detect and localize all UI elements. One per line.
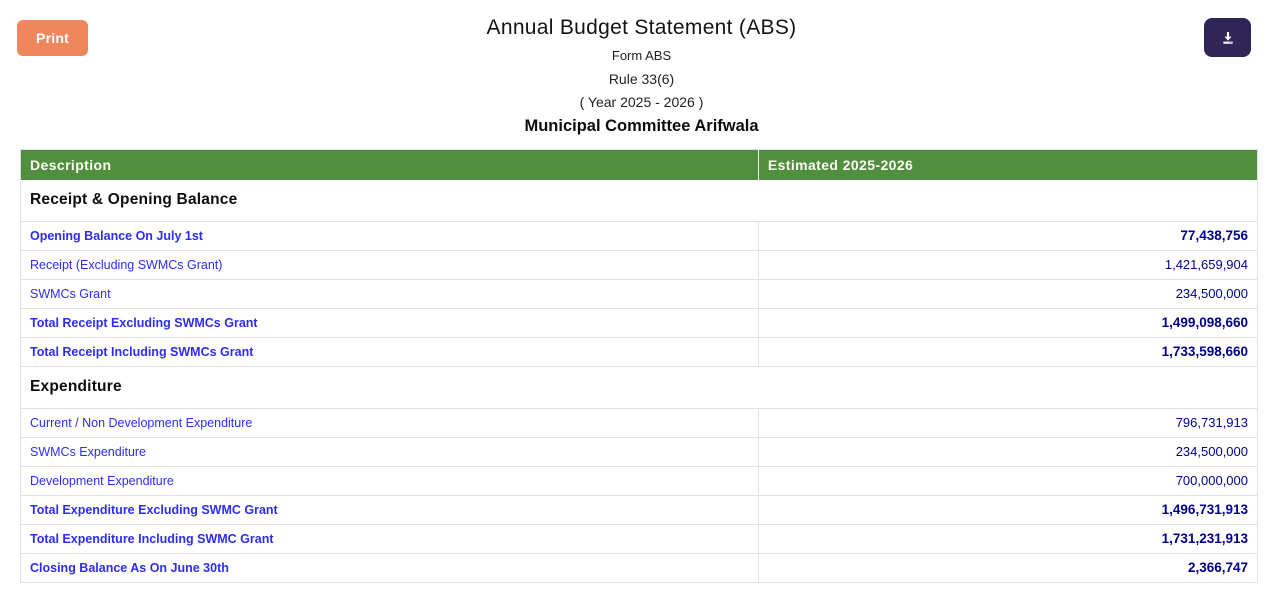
table-row: Opening Balance On July 1st 77,438,756 xyxy=(20,221,1258,251)
table-row: Total Receipt Including SWMCs Grant 1,73… xyxy=(20,337,1258,367)
table-row: SWMCs Grant 234,500,000 xyxy=(20,279,1258,309)
table-row: Receipt (Excluding SWMCs Grant) 1,421,65… xyxy=(20,250,1258,280)
row-label: Receipt (Excluding SWMCs Grant) xyxy=(20,250,759,280)
row-value: 1,499,098,660 xyxy=(757,308,1258,338)
column-header-description: Description xyxy=(20,149,759,180)
table-row: Closing Balance As On June 30th 2,366,74… xyxy=(21,553,1258,582)
row-label: Opening Balance On July 1st xyxy=(20,221,759,251)
row-label: Total Expenditure Excluding SWMC Grant xyxy=(20,495,759,525)
row-label: Total Receipt Including SWMCs Grant xyxy=(20,337,759,367)
title-block: Annual Budget Statement (ABS) Form ABS R… xyxy=(0,0,1283,136)
budget-table-container: Description Estimated 2025-2026 Receipt … xyxy=(20,149,1258,583)
row-value: 796,731,913 xyxy=(757,408,1258,438)
row-label: Development Expenditure xyxy=(20,466,759,496)
table-row: Current / Non Development Expenditure 79… xyxy=(20,408,1258,438)
section-title: Receipt & Opening Balance xyxy=(20,179,1258,222)
section-row-expenditure: Expenditure xyxy=(20,366,1258,409)
budget-table: Description Estimated 2025-2026 Receipt … xyxy=(20,149,1258,583)
table-row: Total Expenditure Excluding SWMC Grant 1… xyxy=(20,495,1258,525)
year-subtitle: ( Year 2025 - 2026 ) xyxy=(579,94,704,110)
table-header-row: Description Estimated 2025-2026 xyxy=(20,149,1258,180)
row-value: 1,731,231,913 xyxy=(757,524,1258,554)
row-value: 1,496,731,913 xyxy=(757,495,1258,525)
row-value: 2,366,747 xyxy=(757,553,1258,582)
rule-subtitle: Rule 33(6) xyxy=(608,71,675,87)
row-value: 700,000,000 xyxy=(757,466,1258,496)
row-label: Total Expenditure Including SWMC Grant xyxy=(20,524,759,554)
committee-name: Municipal Committee Arifwala xyxy=(524,117,759,135)
table-row: SWMCs Expenditure 234,500,000 xyxy=(20,437,1258,467)
row-value: 77,438,756 xyxy=(757,221,1258,251)
table-row: Total Expenditure Including SWMC Grant 1… xyxy=(20,524,1258,554)
download-button[interactable] xyxy=(1204,18,1251,57)
row-label: Current / Non Development Expenditure xyxy=(20,408,759,438)
row-value: 1,733,598,660 xyxy=(757,337,1258,367)
column-header-estimated: Estimated 2025-2026 xyxy=(757,149,1258,180)
table-row: Total Receipt Excluding SWMCs Grant 1,49… xyxy=(20,308,1258,338)
print-button[interactable]: Print xyxy=(17,20,88,56)
row-label: SWMCs Expenditure xyxy=(20,437,759,467)
row-label: Total Receipt Excluding SWMCs Grant xyxy=(20,308,759,338)
download-icon xyxy=(1220,30,1236,46)
section-title: Expenditure xyxy=(20,366,1258,409)
page-title: Annual Budget Statement (ABS) xyxy=(486,16,797,39)
page-header: Print Annual Budget Statement (ABS) Form… xyxy=(0,0,1283,140)
row-value: 234,500,000 xyxy=(757,279,1258,309)
row-label: Closing Balance As On June 30th xyxy=(30,560,229,575)
table-row: Development Expenditure 700,000,000 xyxy=(20,466,1258,496)
row-value: 1,421,659,904 xyxy=(757,250,1258,280)
row-label: SWMCs Grant xyxy=(20,279,759,309)
section-row-receipt: Receipt & Opening Balance xyxy=(20,179,1258,222)
row-value: 234,500,000 xyxy=(757,437,1258,467)
form-subtitle: Form ABS xyxy=(611,48,672,63)
